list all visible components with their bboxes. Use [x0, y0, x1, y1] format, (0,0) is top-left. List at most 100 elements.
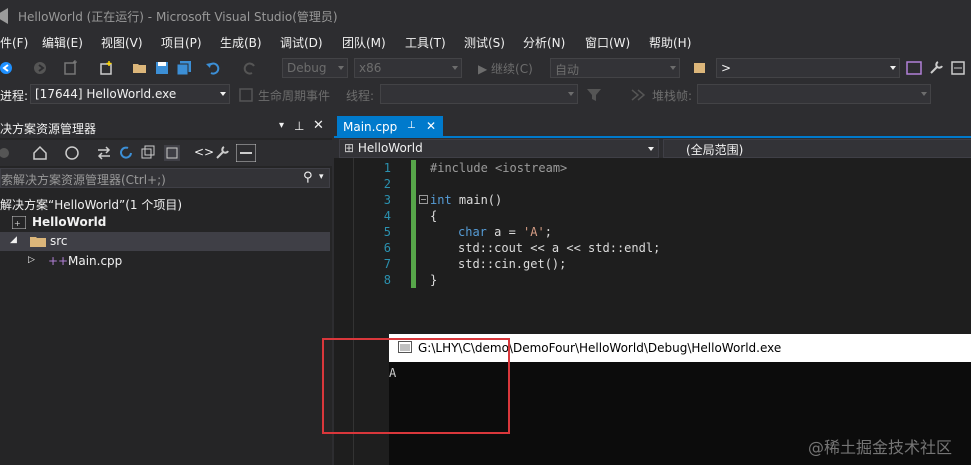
- solution-explorer-icon[interactable]: [906, 60, 922, 76]
- tree-item-src-folder[interactable]: ◢ src: [0, 232, 330, 251]
- menu-help[interactable]: 帮助(H): [649, 34, 691, 51]
- collapse-block-icon[interactable]: [419, 195, 428, 204]
- show-all-files-icon[interactable]: [164, 145, 180, 161]
- scope-nav-value: (全局范围): [686, 143, 744, 157]
- new-project-icon[interactable]: [62, 60, 78, 76]
- redo-icon[interactable]: [242, 60, 258, 76]
- code-line-7[interactable]: std::cin.get();: [458, 257, 566, 271]
- keyword: int: [430, 193, 452, 207]
- search-icon[interactable]: ⚲: [303, 170, 313, 185]
- toolbox-icon[interactable]: [950, 60, 966, 76]
- expand-triangle-icon[interactable]: ◢: [10, 235, 17, 245]
- menu-test[interactable]: 测试(S): [464, 34, 505, 51]
- tree-item-project[interactable]: + HelloWorld: [0, 213, 330, 232]
- chevron-down-icon: [452, 66, 458, 70]
- configuration-dropdown[interactable]: Debug: [282, 58, 348, 78]
- src-folder-label: src: [50, 234, 68, 248]
- platform-value: x86: [359, 61, 382, 75]
- pin-icon[interactable]: ⊥: [294, 119, 304, 133]
- tree-item-solution[interactable]: 解决方案“HelloWorld”(1 个项目): [0, 194, 330, 213]
- menu-project[interactable]: 项目(P): [161, 34, 202, 51]
- chevron-down-icon: [670, 66, 676, 70]
- process-dropdown[interactable]: [17644] HelloWorld.exe: [30, 84, 230, 104]
- debug-location-toolbar: 进程: [17644] HelloWorld.exe 生命周期事件 线程: 堆栈…: [0, 83, 971, 107]
- close-icon[interactable]: ✕: [313, 118, 324, 133]
- tab-main-cpp[interactable]: Main.cpp ⊥ ✕: [337, 116, 443, 138]
- find-box[interactable]: >: [716, 58, 900, 78]
- flag-threads-icon[interactable]: [630, 87, 646, 103]
- back-icon[interactable]: [0, 60, 16, 76]
- undo-icon[interactable]: [205, 60, 221, 76]
- tree-item-main-cpp[interactable]: ▷ ++ Main.cpp: [0, 252, 330, 271]
- code-text: a =: [486, 225, 524, 239]
- close-tab-icon[interactable]: ✕: [426, 119, 436, 133]
- auto-value: 自动: [555, 63, 580, 77]
- home-icon[interactable]: [32, 145, 48, 161]
- window-title: HelloWorld (正在运行) - Microsoft Visual Stu…: [18, 10, 338, 24]
- collapse-triangle-icon[interactable]: ▷: [28, 255, 35, 265]
- wrench-icon[interactable]: [928, 60, 944, 76]
- find-box-value: >: [721, 61, 732, 75]
- solution-explorer-search[interactable]: 索解决方案资源管理器(Ctrl+;) ⚲ ▾: [0, 168, 330, 188]
- open-folder-icon[interactable]: [132, 60, 148, 76]
- view-code-icon[interactable]: <>: [194, 145, 214, 159]
- auto-dropdown[interactable]: 自动: [550, 58, 680, 78]
- search-options-arrow-icon[interactable]: ▾: [319, 172, 324, 182]
- menu-debug[interactable]: 调试(D): [280, 34, 323, 51]
- svg-text:+: +: [14, 219, 21, 228]
- code-line-5[interactable]: char a = 'A';: [458, 225, 552, 239]
- menu-tools[interactable]: 工具(T): [405, 34, 446, 51]
- menu-build[interactable]: 生成(B): [220, 34, 262, 51]
- cpp-file-icon: ++: [48, 254, 69, 268]
- stack-frame-label: 堆栈帧:: [652, 89, 693, 103]
- save-icon[interactable]: [154, 60, 170, 76]
- solution-explorer-toolbar: <>: [0, 140, 332, 166]
- menu-analyze[interactable]: 分析(N): [523, 34, 565, 51]
- continue-button[interactable]: ▶ 继续(C): [478, 60, 533, 77]
- lifecycle-events-label[interactable]: 生命周期事件: [258, 87, 330, 104]
- find-in-files-icon[interactable]: [692, 60, 708, 76]
- solution-explorer-header: 决方案资源管理器 ▾ ⊥ ✕: [0, 116, 332, 138]
- stack-frame-dropdown[interactable]: [697, 84, 931, 104]
- project-nav-dropdown[interactable]: ⊞ HelloWorld: [339, 139, 659, 158]
- code-line-1[interactable]: #include <iostream>: [430, 161, 567, 175]
- line-number: 4: [383, 209, 391, 223]
- configuration-value: Debug: [287, 61, 327, 75]
- project-label: HelloWorld: [32, 215, 107, 229]
- pin-icon[interactable]: ⊥: [407, 120, 416, 131]
- save-all-icon[interactable]: [176, 60, 192, 76]
- dropdown-arrow-icon[interactable]: ▾: [279, 120, 284, 131]
- line-number: 5: [383, 225, 391, 239]
- code-line-3[interactable]: int main(): [430, 193, 502, 207]
- code-line-6[interactable]: std::cout << a << std::endl;: [458, 241, 660, 255]
- platform-dropdown[interactable]: x86: [354, 58, 462, 78]
- solution-explorer-title: 决方案资源管理器: [0, 122, 97, 136]
- menu-team[interactable]: 团队(M): [342, 34, 386, 51]
- keyword: char: [458, 225, 487, 239]
- menu-view[interactable]: 视图(V): [101, 34, 143, 51]
- back-icon[interactable]: [0, 145, 16, 161]
- code-line-8[interactable]: }: [430, 273, 437, 287]
- pending-changes-icon[interactable]: [64, 145, 80, 161]
- collapse-all-icon[interactable]: [140, 145, 156, 161]
- lifecycle-icon[interactable]: [238, 87, 254, 103]
- continue-label: 继续(C): [491, 62, 533, 76]
- char-literal: 'A': [523, 225, 545, 239]
- scope-nav-dropdown[interactable]: (全局范围): [663, 139, 971, 158]
- menu-edit[interactable]: 编辑(E): [42, 34, 83, 51]
- menu-window[interactable]: 窗口(W): [585, 34, 630, 51]
- code-line-4[interactable]: {: [430, 209, 437, 223]
- refresh-icon[interactable]: [118, 145, 134, 161]
- properties-wrench-icon[interactable]: [214, 145, 230, 161]
- forward-icon[interactable]: [32, 60, 48, 76]
- menu-file[interactable]: 件(F): [0, 34, 28, 51]
- sync-icon[interactable]: [96, 145, 112, 161]
- chevron-down-icon: [890, 66, 896, 70]
- process-value: [17644] HelloWorld.exe: [35, 87, 177, 101]
- filter-icon[interactable]: [586, 87, 602, 103]
- preview-selected-icon[interactable]: [236, 144, 256, 162]
- code-text: ;: [544, 225, 552, 239]
- folder-icon: [30, 237, 46, 247]
- thread-dropdown[interactable]: [380, 84, 578, 104]
- add-item-icon[interactable]: [98, 60, 114, 76]
